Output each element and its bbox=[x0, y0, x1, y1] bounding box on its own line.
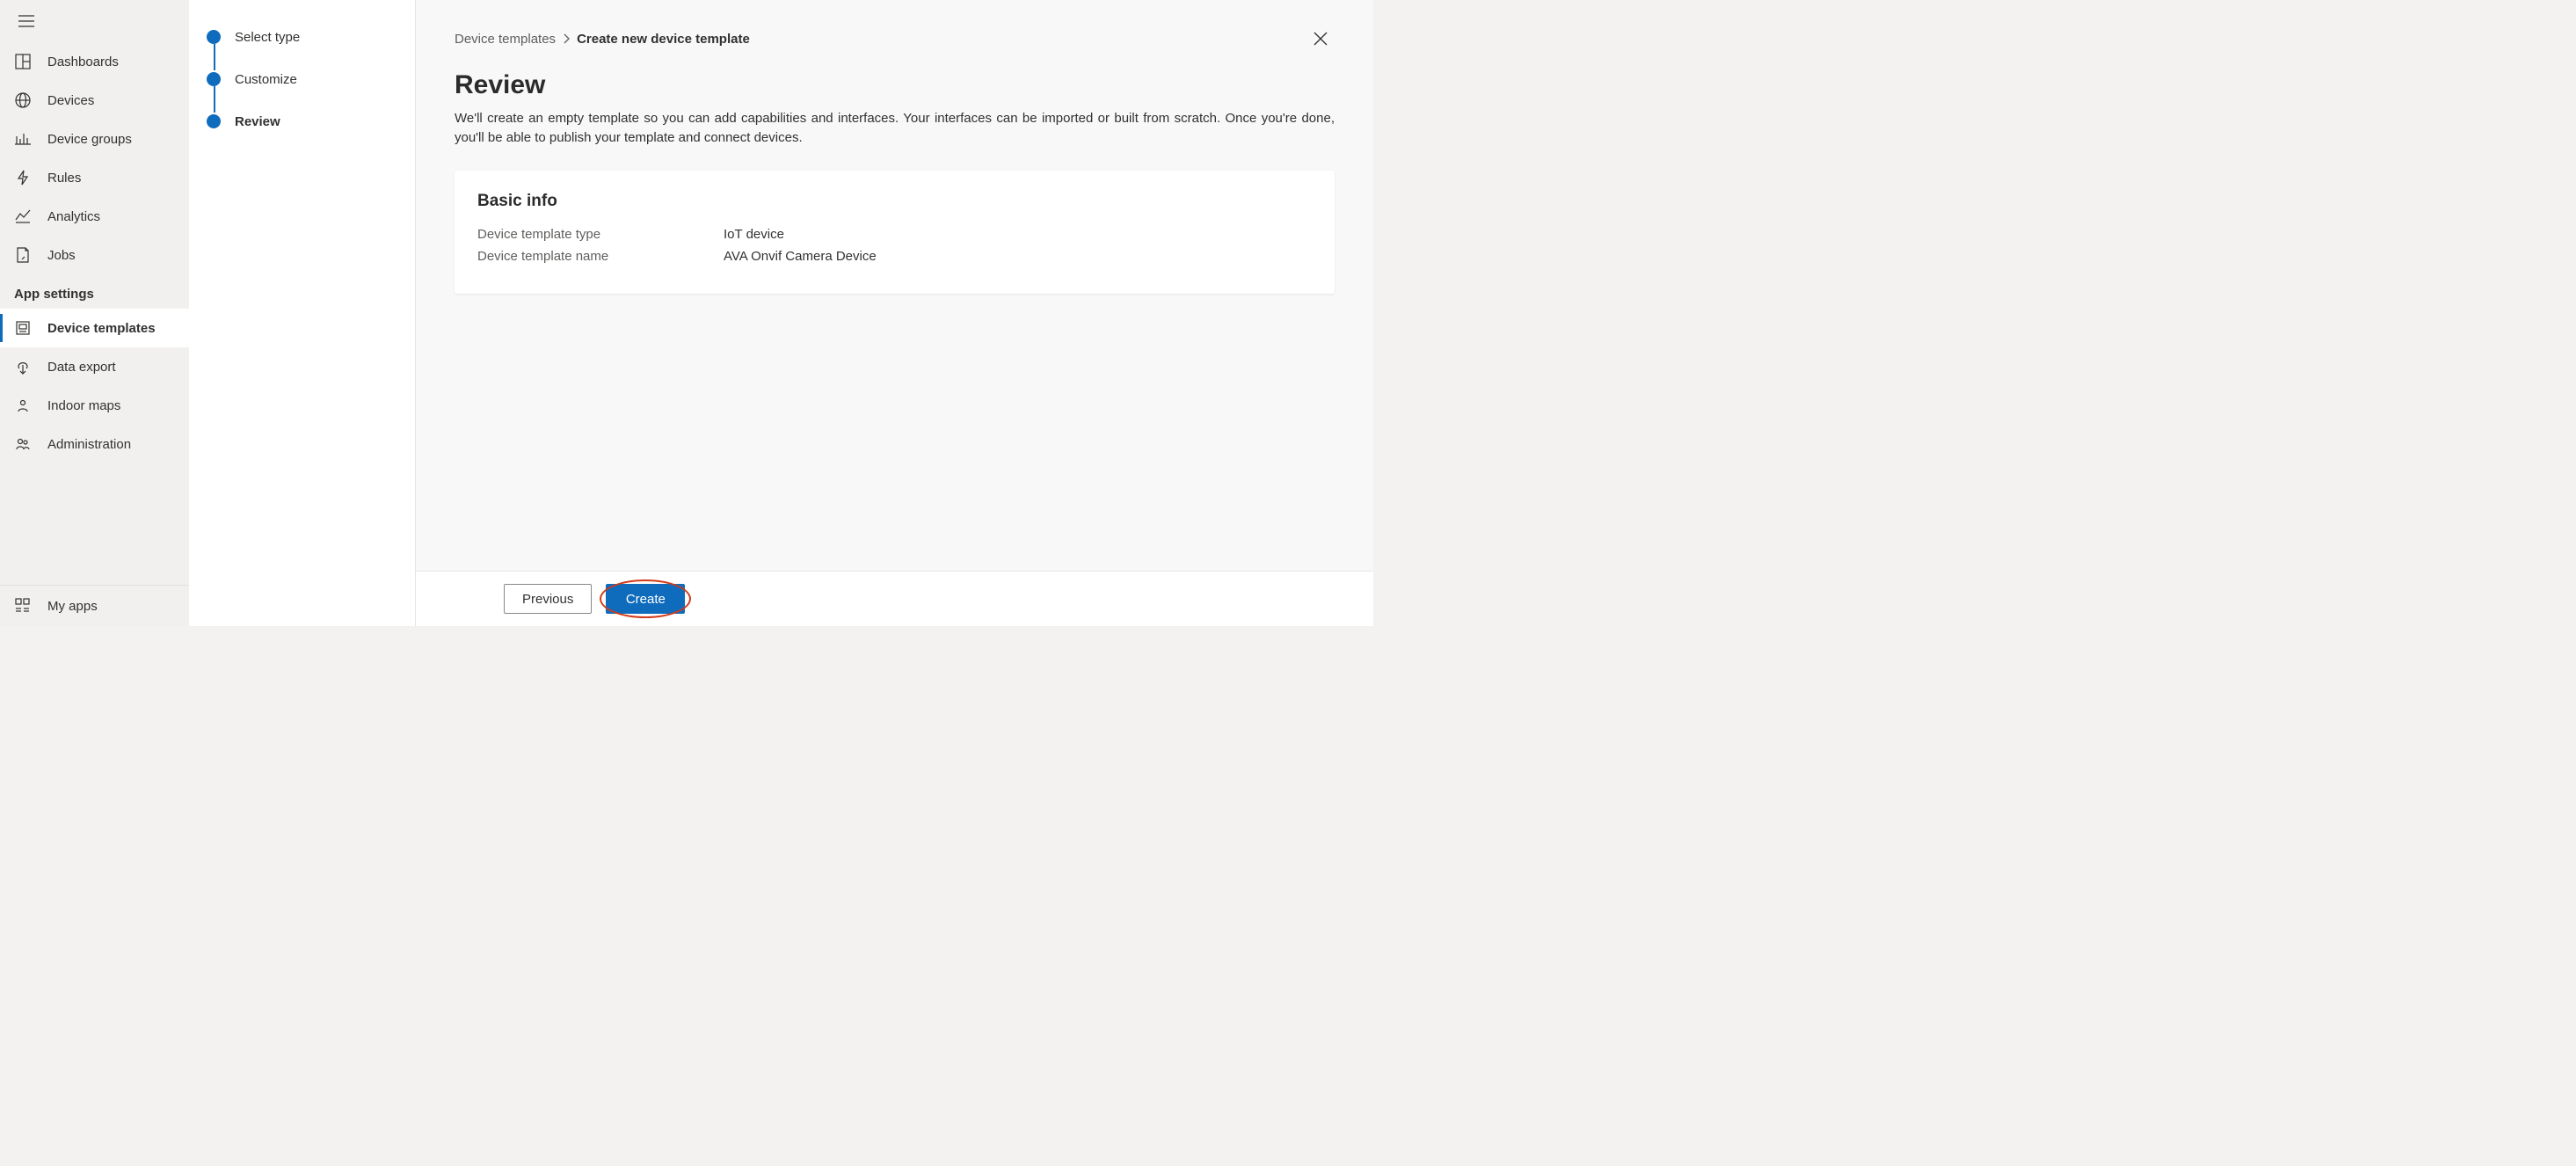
sidebar-item-label: Analytics bbox=[47, 209, 100, 224]
sidebar-item-rules[interactable]: Rules bbox=[0, 158, 189, 197]
main: Device templates Create new device templ… bbox=[416, 0, 1373, 626]
step-label: Select type bbox=[235, 30, 300, 45]
administration-icon bbox=[14, 435, 32, 453]
chevron-right-icon bbox=[563, 33, 570, 44]
close-icon bbox=[1313, 32, 1328, 46]
data-export-icon bbox=[14, 358, 32, 375]
create-button[interactable]: Create bbox=[606, 584, 685, 614]
sidebar-item-dashboards[interactable]: Dashboards bbox=[0, 42, 189, 81]
sidebar-item-devices[interactable]: Devices bbox=[0, 81, 189, 120]
step-dot-icon bbox=[207, 30, 221, 44]
sidebar-item-label: Device templates bbox=[47, 321, 156, 336]
dashboard-icon bbox=[14, 53, 32, 70]
close-button[interactable] bbox=[1306, 25, 1335, 53]
step-label: Customize bbox=[235, 72, 297, 87]
sidebar-item-label: Devices bbox=[47, 93, 94, 108]
breadcrumb: Device templates Create new device templ… bbox=[455, 32, 750, 47]
sidebar-item-label: Data export bbox=[47, 360, 116, 375]
device-templates-icon bbox=[14, 319, 32, 337]
step-review[interactable]: Review bbox=[207, 100, 397, 142]
breadcrumb-parent[interactable]: Device templates bbox=[455, 32, 556, 47]
previous-button[interactable]: Previous bbox=[504, 584, 592, 614]
sidebar-item-label: Device groups bbox=[47, 132, 132, 147]
nav-primary: Dashboards Devices Device groups bbox=[0, 42, 189, 274]
stepper: Select type Customize Review bbox=[207, 16, 397, 142]
nav-settings: Device templates Data export Indoor maps bbox=[0, 309, 189, 463]
stepper-panel: Select type Customize Review bbox=[189, 0, 416, 626]
sidebar: Dashboards Devices Device groups bbox=[0, 0, 189, 626]
device-groups-icon bbox=[14, 130, 32, 148]
card-title: Basic info bbox=[477, 192, 1312, 211]
sidebar-item-administration[interactable]: Administration bbox=[0, 425, 189, 463]
sidebar-item-label: Rules bbox=[47, 171, 81, 186]
nav-section-title: App settings bbox=[0, 274, 189, 309]
hamburger-button[interactable] bbox=[5, 0, 47, 42]
info-value: AVA Onvif Camera Device bbox=[724, 249, 877, 264]
info-row: Device template name AVA Onvif Camera De… bbox=[477, 249, 1312, 264]
jobs-icon bbox=[14, 246, 32, 264]
info-row: Device template type IoT device bbox=[477, 227, 1312, 242]
sidebar-item-label: My apps bbox=[47, 599, 98, 614]
step-customize[interactable]: Customize bbox=[207, 58, 397, 100]
sidebar-item-label: Dashboards bbox=[47, 55, 119, 69]
step-dot-icon bbox=[207, 72, 221, 86]
sidebar-item-my-apps[interactable]: My apps bbox=[0, 586, 189, 626]
info-label: Device template type bbox=[477, 227, 724, 242]
page-description: We'll create an empty template so you ca… bbox=[455, 109, 1335, 148]
sidebar-item-data-export[interactable]: Data export bbox=[0, 347, 189, 386]
sidebar-item-device-templates[interactable]: Device templates bbox=[0, 309, 189, 347]
step-select-type[interactable]: Select type bbox=[207, 16, 397, 58]
indoor-maps-icon bbox=[14, 397, 32, 414]
page-title: Review bbox=[455, 70, 1335, 100]
sidebar-item-jobs[interactable]: Jobs bbox=[0, 236, 189, 274]
hamburger-icon bbox=[18, 15, 34, 27]
create-button-label: Create bbox=[626, 592, 666, 607]
info-value: IoT device bbox=[724, 227, 784, 242]
analytics-icon bbox=[14, 208, 32, 225]
sidebar-item-label: Jobs bbox=[47, 248, 76, 263]
main-content: Device templates Create new device templ… bbox=[416, 0, 1373, 571]
step-label: Review bbox=[235, 114, 280, 129]
sidebar-item-label: Indoor maps bbox=[47, 398, 120, 413]
breadcrumb-current: Create new device template bbox=[577, 32, 750, 47]
sidebar-item-label: Administration bbox=[47, 437, 131, 452]
rules-icon bbox=[14, 169, 32, 186]
devices-icon bbox=[14, 91, 32, 109]
my-apps-icon bbox=[14, 597, 32, 615]
sidebar-item-device-groups[interactable]: Device groups bbox=[0, 120, 189, 158]
sidebar-item-indoor-maps[interactable]: Indoor maps bbox=[0, 386, 189, 425]
sidebar-item-analytics[interactable]: Analytics bbox=[0, 197, 189, 236]
info-label: Device template name bbox=[477, 249, 724, 264]
basic-info-card: Basic info Device template type IoT devi… bbox=[455, 171, 1335, 294]
wizard-footer: Previous Create bbox=[416, 571, 1373, 626]
step-dot-icon bbox=[207, 114, 221, 128]
